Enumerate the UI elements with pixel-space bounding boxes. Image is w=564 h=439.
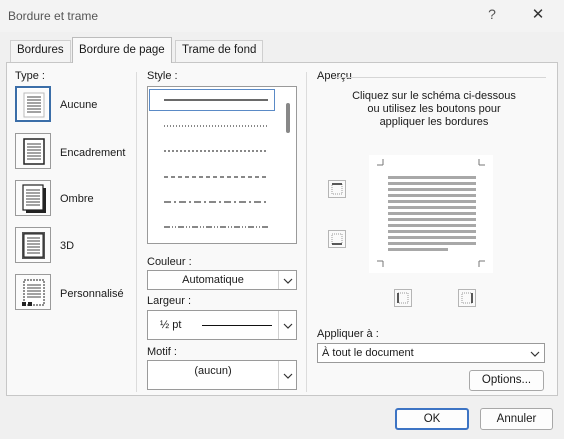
- appliquer-label: Appliquer à :: [317, 328, 379, 340]
- ok-button[interactable]: OK: [395, 408, 469, 430]
- border-none-icon: [23, 92, 45, 118]
- border-left-icon: [397, 292, 409, 304]
- type-aucune-button[interactable]: [15, 86, 51, 122]
- cancel-button[interactable]: Annuler: [480, 408, 553, 430]
- chevron-down-icon: [283, 373, 293, 379]
- style-selected-item[interactable]: [149, 89, 275, 111]
- motif-value: (aucun): [194, 365, 232, 377]
- border-top-icon: [331, 183, 343, 195]
- style-label: Style :: [147, 70, 178, 82]
- tab-bordure-de-page-label: Bordure de page: [79, 44, 165, 56]
- type-personnalise-label: Personnalisé: [60, 288, 124, 300]
- chevron-down-icon: [283, 323, 293, 329]
- border-bottom-button[interactable]: [328, 230, 346, 248]
- chevron-down-icon: [530, 351, 540, 357]
- chevron-down-icon: [283, 278, 293, 284]
- couleur-value: Automatique: [182, 274, 244, 286]
- couleur-label: Couleur :: [147, 256, 192, 268]
- tab-trame-de-fond[interactable]: Trame de fond: [175, 40, 264, 62]
- border-shadow-icon: [22, 184, 46, 213]
- apercu-instructions: Cliquez sur le schéma ci-dessous ou util…: [352, 90, 516, 128]
- window-title: Bordure et trame: [8, 9, 99, 23]
- apercu-label: Aperçu: [317, 70, 352, 82]
- options-button[interactable]: Options...: [469, 370, 544, 391]
- couleur-label-text: Couleur :: [147, 256, 192, 268]
- apercu-rule: [336, 77, 546, 78]
- largeur-sample-line: [202, 325, 272, 326]
- appliquer-dropdown[interactable]: [526, 344, 544, 362]
- type-ombre-button[interactable]: [15, 180, 51, 216]
- tab-trame-de-fond-label: Trame de fond: [182, 44, 257, 56]
- type-label: Type :: [15, 70, 45, 82]
- apercu-diagram[interactable]: [369, 155, 493, 273]
- type-3d-label: 3D: [60, 240, 75, 252]
- largeur-label: Largeur :: [147, 295, 192, 307]
- couleur-dropdown[interactable]: [278, 271, 296, 289]
- largeur-dropdown[interactable]: [278, 311, 296, 339]
- type-3d-button[interactable]: [15, 227, 51, 263]
- motif-label: Motif :: [147, 346, 177, 358]
- type-encadrement-button[interactable]: [15, 133, 51, 169]
- largeur-select[interactable]: ½ pt: [147, 310, 297, 340]
- border-right-button[interactable]: [458, 289, 476, 307]
- tab-bordure-de-page[interactable]: Bordure de page: [72, 37, 172, 63]
- divider: [306, 72, 307, 392]
- appliquer-value: À tout le document: [322, 347, 414, 359]
- tab-bordures-label: Bordures: [17, 44, 64, 56]
- border-3d-icon: [22, 232, 45, 259]
- type-aucune-label: Aucune: [60, 99, 98, 111]
- tab-bordures[interactable]: Bordures: [10, 40, 71, 62]
- divider: [136, 72, 137, 392]
- border-bottom-icon: [331, 233, 343, 245]
- page-preview-icon: [377, 159, 485, 267]
- largeur-value: ½ pt: [160, 319, 182, 331]
- close-icon[interactable]: ✕: [530, 5, 546, 23]
- border-left-button[interactable]: [394, 289, 412, 307]
- help-icon[interactable]: ?: [484, 6, 500, 22]
- border-custom-icon: [22, 279, 45, 306]
- border-right-icon: [461, 292, 473, 304]
- motif-dropdown[interactable]: [278, 361, 296, 389]
- appliquer-select[interactable]: À tout le document: [317, 343, 545, 363]
- motif-select[interactable]: (aucun): [147, 360, 297, 390]
- type-personnalise-button[interactable]: [15, 274, 51, 310]
- type-encadrement-label: Encadrement: [60, 147, 126, 159]
- type-ombre-label: Ombre: [60, 193, 94, 205]
- style-scrollbar[interactable]: [286, 103, 290, 133]
- border-box-icon: [23, 138, 45, 165]
- couleur-select[interactable]: Automatique: [147, 270, 297, 290]
- border-top-button[interactable]: [328, 180, 346, 198]
